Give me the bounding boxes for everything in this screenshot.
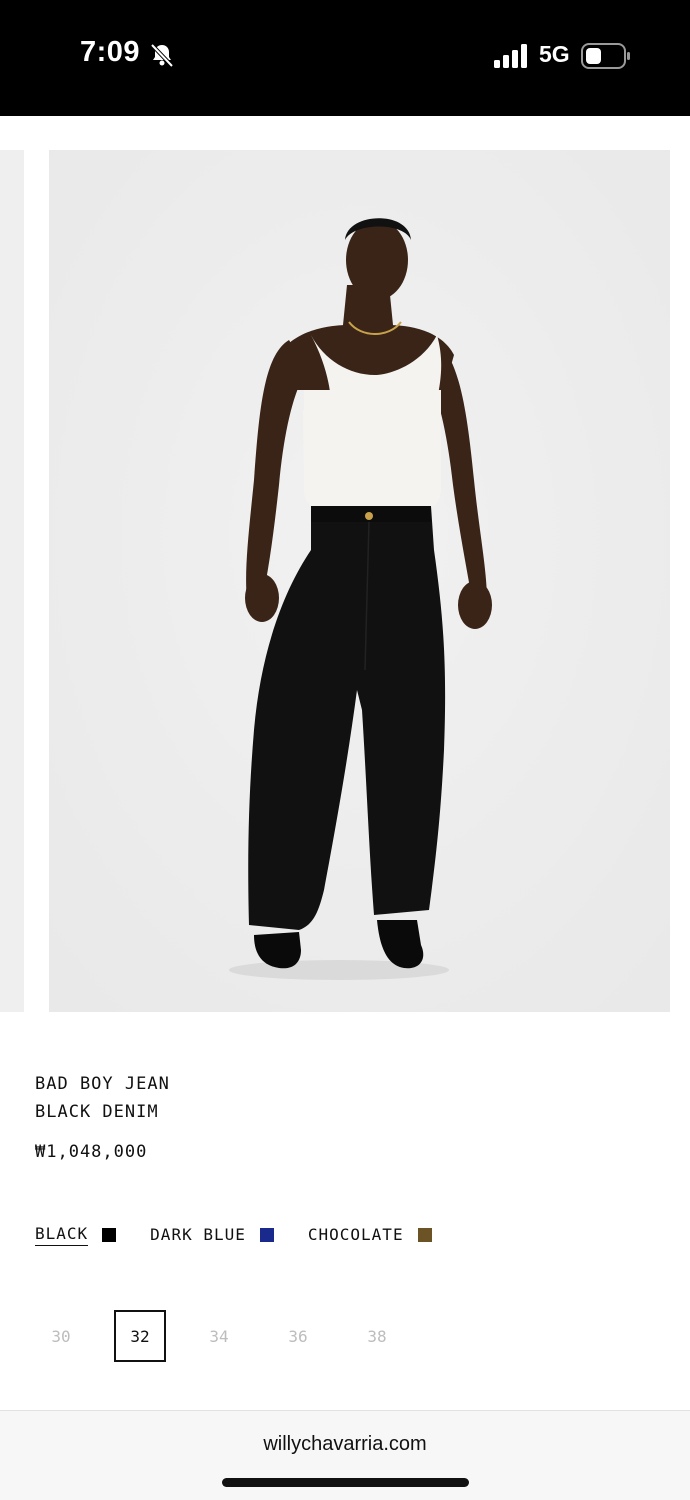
home-indicator[interactable] — [222, 1478, 469, 1487]
size-selector: 30 32 34 36 38 — [35, 1310, 430, 1362]
product-name: BAD BOY JEAN — [35, 1074, 170, 1094]
product-image-carousel[interactable] — [0, 116, 690, 1046]
browser-address-bar: willychavarria.com — [0, 1410, 690, 1500]
color-selector: BLACK DARK BLUE CHOCOLATE — [35, 1224, 466, 1246]
model-photo — [49, 150, 670, 1012]
size-option-36[interactable]: 36 — [272, 1310, 324, 1362]
color-label: CHOCOLATE — [307, 1224, 404, 1244]
color-option-chocolate[interactable]: CHOCOLATE — [308, 1225, 432, 1246]
size-option-34[interactable]: 34 — [193, 1310, 245, 1362]
bell-slash-icon — [150, 43, 174, 68]
status-time: 7:09 — [80, 36, 141, 68]
color-option-black[interactable]: BLACK — [35, 1224, 117, 1246]
color-option-dark-blue[interactable]: DARK BLUE — [150, 1225, 274, 1246]
network-label: 5G — [539, 41, 570, 67]
signal-icon — [494, 44, 527, 68]
status-bar: 7:09 5G — [0, 0, 690, 116]
product-main-image[interactable] — [49, 150, 670, 1012]
size-option-32[interactable]: 32 — [114, 1310, 166, 1362]
color-swatch — [417, 1228, 432, 1242]
previous-slide-image[interactable] — [0, 150, 24, 1012]
color-swatch — [259, 1228, 274, 1242]
battery-icon — [581, 43, 630, 69]
url-display[interactable]: willychavarria.com — [0, 1433, 690, 1456]
product-title: BAD BOY JEAN BLACK DENIM — [35, 1070, 170, 1126]
size-option-30[interactable]: 30 — [35, 1310, 87, 1362]
color-swatch — [102, 1228, 117, 1242]
color-label: DARK BLUE — [150, 1224, 246, 1244]
product-variant: BLACK DENIM — [35, 1102, 159, 1122]
color-label: BLACK — [35, 1224, 89, 1246]
product-price: ₩1,048,000 — [35, 1142, 148, 1162]
size-option-38[interactable]: 38 — [351, 1310, 403, 1362]
